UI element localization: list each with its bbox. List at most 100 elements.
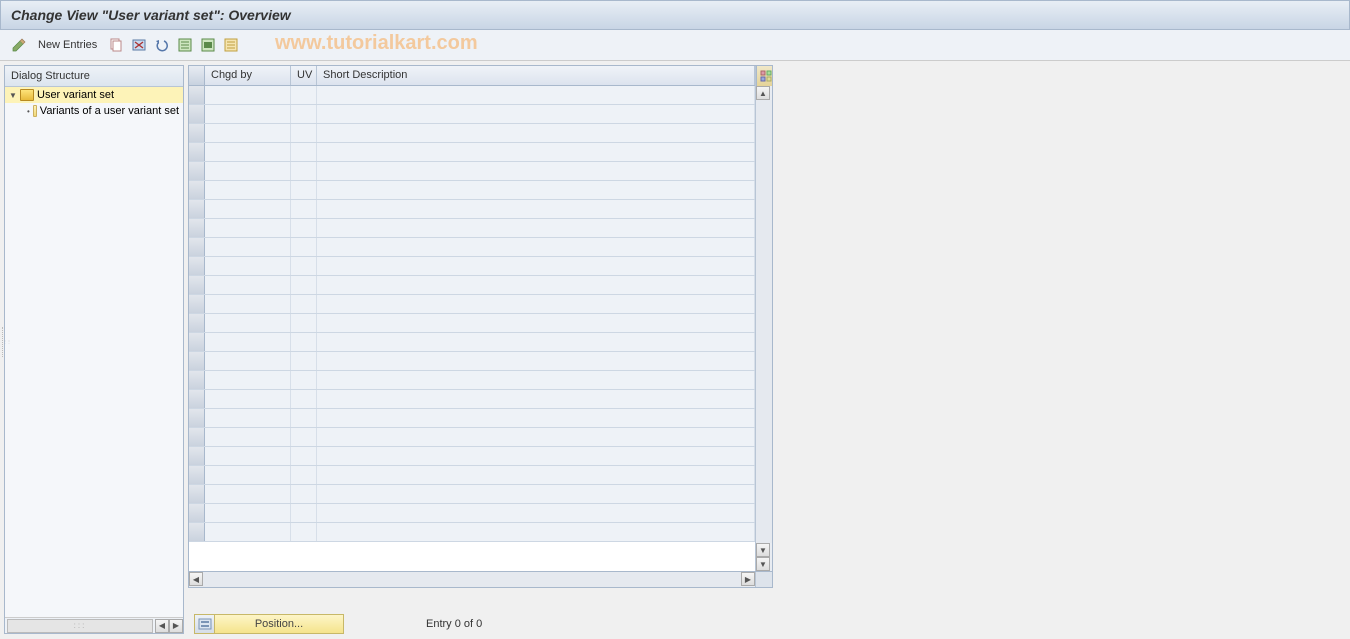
cell-uv[interactable]: [291, 200, 317, 218]
cell-uv[interactable]: [291, 143, 317, 161]
delete-icon[interactable]: [130, 36, 148, 54]
cell-uv[interactable]: [291, 504, 317, 522]
table-row[interactable]: [189, 162, 755, 181]
cell-short-description[interactable]: [317, 409, 755, 427]
new-entries-button[interactable]: New Entries: [38, 39, 97, 51]
row-selector[interactable]: [189, 181, 205, 199]
column-header-uv[interactable]: UV: [291, 66, 317, 85]
tree-collapse-icon[interactable]: ▼: [9, 91, 17, 100]
column-header-short-description[interactable]: Short Description: [317, 66, 755, 85]
cell-chgd-by[interactable]: [205, 466, 291, 484]
table-vscrollbar[interactable]: ▲ ▼ ▼: [755, 66, 772, 571]
select-all-icon[interactable]: [176, 36, 194, 54]
cell-short-description[interactable]: [317, 447, 755, 465]
cell-chgd-by[interactable]: [205, 409, 291, 427]
cell-short-description[interactable]: [317, 162, 755, 180]
column-header-chgd-by[interactable]: Chgd by: [205, 66, 291, 85]
cell-uv[interactable]: [291, 124, 317, 142]
table-row[interactable]: [189, 200, 755, 219]
cell-short-description[interactable]: [317, 295, 755, 313]
cell-uv[interactable]: [291, 352, 317, 370]
row-selector[interactable]: [189, 485, 205, 503]
cell-short-description[interactable]: [317, 504, 755, 522]
row-selector[interactable]: [189, 371, 205, 389]
scroll-track[interactable]: [756, 100, 772, 543]
table-row[interactable]: [189, 276, 755, 295]
cell-chgd-by[interactable]: [205, 143, 291, 161]
table-config-icon[interactable]: [756, 66, 773, 86]
cell-chgd-by[interactable]: [205, 124, 291, 142]
row-selector[interactable]: [189, 86, 205, 104]
row-selector[interactable]: [189, 276, 205, 294]
cell-short-description[interactable]: [317, 485, 755, 503]
scroll-left-icon[interactable]: ◀: [155, 619, 169, 633]
cell-chgd-by[interactable]: [205, 371, 291, 389]
cell-uv[interactable]: [291, 238, 317, 256]
scroll-track[interactable]: :::: [7, 619, 153, 633]
table-row[interactable]: [189, 390, 755, 409]
cell-uv[interactable]: [291, 428, 317, 446]
scroll-right-icon[interactable]: ▶: [169, 619, 183, 633]
cell-uv[interactable]: [291, 162, 317, 180]
row-selector[interactable]: [189, 333, 205, 351]
row-selector[interactable]: [189, 238, 205, 256]
table-row[interactable]: [189, 371, 755, 390]
tree-hscrollbar[interactable]: ::: ◀ ▶: [5, 617, 183, 633]
table-row[interactable]: [189, 352, 755, 371]
row-selector[interactable]: [189, 523, 205, 541]
table-row[interactable]: [189, 295, 755, 314]
cell-uv[interactable]: [291, 181, 317, 199]
cell-short-description[interactable]: [317, 143, 755, 161]
cell-short-description[interactable]: [317, 86, 755, 104]
cell-short-description[interactable]: [317, 257, 755, 275]
cell-chgd-by[interactable]: [205, 219, 291, 237]
cell-short-description[interactable]: [317, 314, 755, 332]
cell-uv[interactable]: [291, 447, 317, 465]
tree-item-variants-of-user[interactable]: • Variants of a user variant set: [5, 103, 183, 119]
select-all-column[interactable]: [189, 66, 205, 85]
scroll-track[interactable]: [203, 572, 741, 587]
row-selector[interactable]: [189, 409, 205, 427]
cell-chgd-by[interactable]: [205, 200, 291, 218]
table-row[interactable]: [189, 86, 755, 105]
cell-uv[interactable]: [291, 86, 317, 104]
cell-uv[interactable]: [291, 523, 317, 541]
table-row[interactable]: [189, 219, 755, 238]
row-selector[interactable]: [189, 504, 205, 522]
edit-icon[interactable]: [10, 36, 28, 54]
cell-uv[interactable]: [291, 333, 317, 351]
cell-short-description[interactable]: [317, 276, 755, 294]
cell-chgd-by[interactable]: [205, 504, 291, 522]
row-selector[interactable]: [189, 257, 205, 275]
table-row[interactable]: [189, 105, 755, 124]
row-selector[interactable]: [189, 295, 205, 313]
cell-chgd-by[interactable]: [205, 485, 291, 503]
scroll-down-icon[interactable]: ▼: [756, 543, 770, 557]
table-hscrollbar[interactable]: ◀ ▶: [188, 572, 773, 588]
cell-chgd-by[interactable]: [205, 276, 291, 294]
table-row[interactable]: [189, 466, 755, 485]
cell-chgd-by[interactable]: [205, 295, 291, 313]
cell-chgd-by[interactable]: [205, 428, 291, 446]
row-selector[interactable]: [189, 428, 205, 446]
cell-chgd-by[interactable]: [205, 333, 291, 351]
table-row[interactable]: [189, 523, 755, 542]
cell-uv[interactable]: [291, 390, 317, 408]
deselect-all-icon[interactable]: [222, 36, 240, 54]
cell-short-description[interactable]: [317, 181, 755, 199]
scroll-right-icon[interactable]: ▶: [741, 572, 755, 586]
cell-chgd-by[interactable]: [205, 314, 291, 332]
row-selector[interactable]: [189, 352, 205, 370]
table-row[interactable]: [189, 314, 755, 333]
table-row[interactable]: [189, 238, 755, 257]
cell-short-description[interactable]: [317, 390, 755, 408]
row-selector[interactable]: [189, 219, 205, 237]
cell-uv[interactable]: [291, 295, 317, 313]
cell-short-description[interactable]: [317, 105, 755, 123]
row-selector[interactable]: [189, 466, 205, 484]
row-selector[interactable]: [189, 162, 205, 180]
cell-uv[interactable]: [291, 409, 317, 427]
cell-chgd-by[interactable]: [205, 105, 291, 123]
row-selector[interactable]: [189, 200, 205, 218]
position-button[interactable]: Position...: [194, 614, 344, 634]
